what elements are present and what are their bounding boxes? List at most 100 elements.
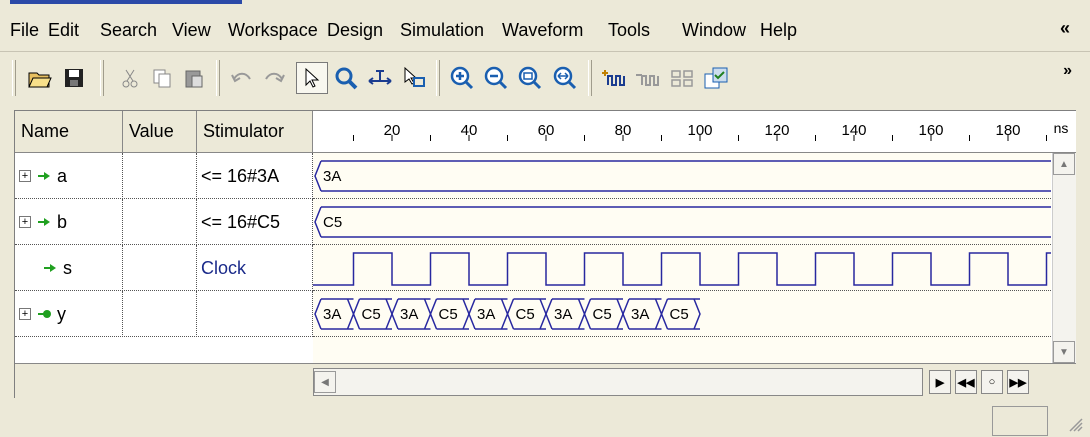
expand-icon[interactable]: + xyxy=(19,216,31,228)
zoom-out-icon[interactable] xyxy=(480,62,512,94)
bus-edge xyxy=(314,160,322,192)
bus-edge xyxy=(423,298,432,330)
cut-icon[interactable] xyxy=(114,62,146,94)
remove-signal-icon[interactable] xyxy=(632,62,664,94)
bus-value: C5 xyxy=(516,306,535,323)
bus-value: C5 xyxy=(362,306,381,323)
open-icon[interactable] xyxy=(24,62,56,94)
ruler-label: 100 xyxy=(687,122,712,139)
compare-icon[interactable] xyxy=(700,62,732,94)
record-icon[interactable]: ○ xyxy=(981,370,1003,394)
status-panel xyxy=(992,406,1048,436)
menu-waveform[interactable]: Waveform xyxy=(502,20,583,41)
fast-forward-icon[interactable]: ▶▶ xyxy=(1007,370,1029,394)
signal-name: s xyxy=(63,257,72,278)
measure-icon[interactable] xyxy=(364,62,396,94)
undo-icon[interactable] xyxy=(226,62,258,94)
waveform-a[interactable]: 3A xyxy=(313,153,1051,199)
zoom-full-icon[interactable] xyxy=(548,62,580,94)
bus-edge xyxy=(693,298,701,330)
signal-stimulator[interactable]: <= 16#3A xyxy=(197,153,313,199)
expand-icon[interactable]: + xyxy=(19,170,31,182)
signal-name: b xyxy=(57,211,68,232)
column-header-value[interactable]: Value xyxy=(123,111,197,153)
menu-design[interactable]: Design xyxy=(327,20,383,41)
vertical-scrollbar[interactable]: ▲ ▼ xyxy=(1052,153,1076,363)
bus-edge xyxy=(468,298,476,330)
toolbar-overflow-button[interactable]: » xyxy=(1063,62,1072,80)
input-port-icon xyxy=(38,218,50,226)
menu-edit[interactable]: Edit xyxy=(48,20,79,41)
redo-icon[interactable] xyxy=(258,62,290,94)
bus-value: C5 xyxy=(670,306,689,323)
menu-simulation[interactable]: Simulation xyxy=(400,20,484,41)
zoom-fit-icon[interactable] xyxy=(514,62,546,94)
bus-edge xyxy=(654,298,663,330)
stimulator-icon[interactable] xyxy=(666,62,698,94)
toolbar-separator-3 xyxy=(436,60,440,96)
zoom-in-icon[interactable] xyxy=(446,62,478,94)
menu-search[interactable]: Search xyxy=(100,20,157,41)
toolbar-grip xyxy=(12,60,16,96)
column-header-value-label: Value xyxy=(129,121,174,141)
column-header-stimulator[interactable]: Stimulator xyxy=(197,111,313,153)
title-strip-accent xyxy=(10,0,242,4)
ruler-label: 40 xyxy=(461,122,478,139)
signal-value-cell xyxy=(123,291,197,337)
signal-row-y[interactable]: + y xyxy=(15,291,313,337)
ruler-label: 80 xyxy=(615,122,632,139)
bus-value: 3A xyxy=(631,306,649,323)
ruler-label: 60 xyxy=(538,122,555,139)
menu-view[interactable]: View xyxy=(172,20,211,41)
paste-icon[interactable] xyxy=(178,62,210,94)
play-icon[interactable]: ▶ xyxy=(929,370,951,394)
select-icon[interactable] xyxy=(296,62,328,94)
bus-value: C5 xyxy=(323,214,342,231)
waveform-b[interactable]: C5 xyxy=(313,199,1051,245)
waveform-grid: Name Value Stimulator 20 40 60 80 100 120 140 1… xyxy=(14,110,1076,399)
toolbar: » xyxy=(0,52,1090,104)
menu-tools[interactable]: Tools xyxy=(608,20,650,41)
empty-cell xyxy=(15,337,313,363)
bus-value: 3A xyxy=(400,306,418,323)
copy-icon[interactable] xyxy=(146,62,178,94)
signal-name-cell: s xyxy=(15,245,123,291)
menu-collapse-button[interactable]: « xyxy=(1060,18,1070,39)
ruler-label: 20 xyxy=(384,122,401,139)
menu-workspace[interactable]: Workspace xyxy=(228,20,318,41)
input-port-icon xyxy=(44,264,56,272)
resize-grip-icon[interactable] xyxy=(1068,417,1084,433)
add-signal-icon[interactable] xyxy=(598,62,630,94)
cursor-icon[interactable] xyxy=(398,62,430,94)
signal-stimulator[interactable]: <= 16#C5 xyxy=(197,199,313,245)
horizontal-scrollbar[interactable]: ◀ xyxy=(313,368,923,396)
signal-row-s[interactable]: s Clock xyxy=(15,245,313,291)
bus-edge xyxy=(660,298,669,330)
signal-row-a[interactable]: + a <= 16#3A xyxy=(15,153,313,199)
bus-edge xyxy=(622,298,630,330)
ruler-label: 140 xyxy=(841,122,866,139)
zoom-icon[interactable] xyxy=(330,62,362,94)
waveform-s[interactable] xyxy=(313,245,1051,291)
menu-window[interactable]: Window xyxy=(682,20,746,41)
menu-file[interactable]: File xyxy=(10,20,39,41)
scroll-down-icon[interactable]: ▼ xyxy=(1053,341,1075,363)
expand-icon[interactable]: + xyxy=(19,308,31,320)
signal-name-cell: + y xyxy=(15,291,123,337)
toolbar-separator xyxy=(100,60,104,96)
ruler-label: 160 xyxy=(918,122,943,139)
scroll-up-icon[interactable]: ▲ xyxy=(1053,153,1075,175)
signal-row-b[interactable]: + b <= 16#C5 xyxy=(15,199,313,245)
signal-stimulator[interactable] xyxy=(197,291,313,337)
menu-help[interactable]: Help xyxy=(760,20,797,41)
signal-stimulator[interactable]: Clock xyxy=(197,245,313,291)
scroll-left-icon[interactable]: ◀ xyxy=(314,371,336,393)
ruler-label: 180 xyxy=(995,122,1020,139)
column-header-name[interactable]: Name xyxy=(15,111,123,153)
save-icon[interactable] xyxy=(58,62,90,94)
rewind-icon[interactable]: ◀◀ xyxy=(955,370,977,394)
signal-name-cell: + a xyxy=(15,153,123,199)
time-ruler[interactable]: 20 40 60 80 100 120 140 160 180 ns xyxy=(313,111,1076,153)
bus-value: 3A xyxy=(323,168,341,185)
waveform-y[interactable]: 3A C5 3A C5 3A C5 3A C5 3A C5 xyxy=(313,291,1051,337)
